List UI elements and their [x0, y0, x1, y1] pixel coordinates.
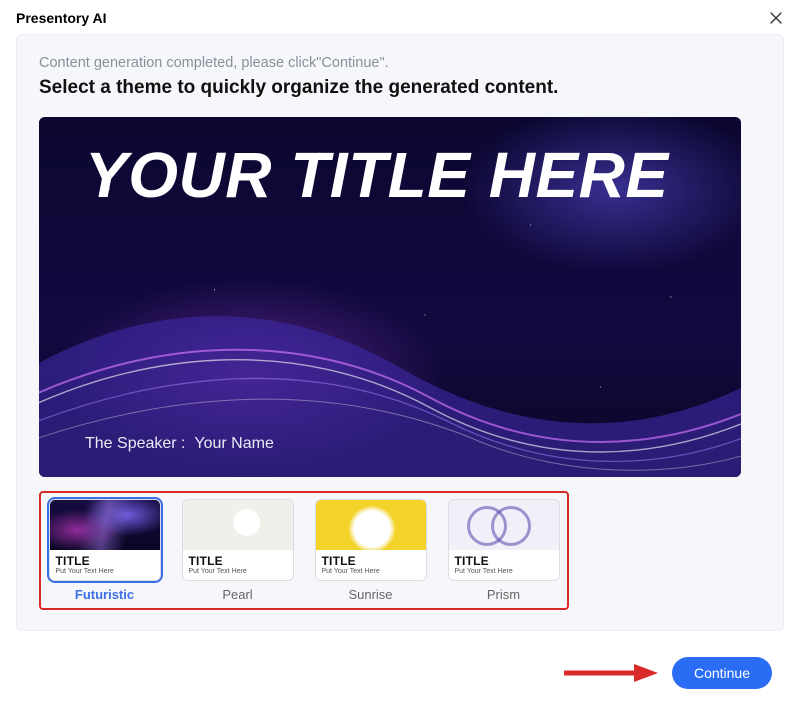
theme-preview: YOUR TITLE HERE The Speaker : Your Name	[39, 117, 741, 477]
arrow-annotation	[562, 662, 658, 684]
theme-option-futuristic[interactable]: TITLE Put Your Text Here Futuristic	[47, 499, 162, 602]
thumb-title: TITLE	[56, 554, 154, 568]
theme-option-sunrise[interactable]: TITLE Put Your Text Here Sunrise	[313, 499, 428, 602]
theme-thumb-art	[316, 500, 426, 550]
theme-label: Sunrise	[348, 587, 392, 602]
speaker-name: Your Name	[194, 435, 273, 452]
thumb-sub: Put Your Text Here	[56, 568, 154, 575]
thumb-title: TITLE	[455, 554, 553, 568]
theme-thumb-art	[50, 500, 160, 550]
status-line: Content generation completed, please cli…	[39, 55, 761, 71]
preview-speaker: The Speaker : Your Name	[85, 435, 274, 453]
thumb-sub: Put Your Text Here	[455, 568, 553, 575]
theme-label: Prism	[487, 587, 520, 602]
thumb-title: TITLE	[322, 554, 420, 568]
footer: Continue	[562, 657, 772, 689]
preview-title: YOUR TITLE HERE	[85, 143, 695, 208]
thumb-sub: Put Your Text Here	[189, 568, 287, 575]
close-icon[interactable]	[768, 10, 784, 26]
theme-option-pearl[interactable]: TITLE Put Your Text Here Pearl	[180, 499, 295, 602]
instruction-heading: Select a theme to quickly organize the g…	[39, 77, 761, 99]
theme-label: Futuristic	[75, 587, 134, 602]
app-title: Presentory AI	[16, 10, 107, 26]
continue-button[interactable]: Continue	[672, 657, 772, 689]
theme-label: Pearl	[222, 587, 252, 602]
titlebar: Presentory AI	[0, 0, 800, 34]
thumb-title: TITLE	[189, 554, 287, 568]
thumb-sub: Put Your Text Here	[322, 568, 420, 575]
theme-thumb-art	[449, 500, 559, 550]
speaker-label: The Speaker :	[85, 435, 186, 452]
theme-thumb-art	[183, 500, 293, 550]
main-panel: Content generation completed, please cli…	[16, 34, 784, 631]
theme-selector: TITLE Put Your Text Here Futuristic TITL…	[39, 491, 569, 610]
theme-option-prism[interactable]: TITLE Put Your Text Here Prism	[446, 499, 561, 602]
